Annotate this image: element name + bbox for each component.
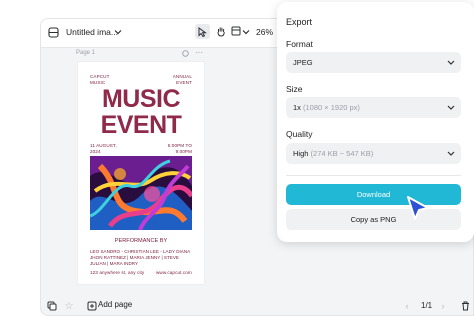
star-icon[interactable]: ☆ bbox=[63, 300, 75, 312]
more-options-icon[interactable]: ⋯ bbox=[194, 48, 204, 57]
export-panel: Export Format JPEG Size 1x (1080 × 1920 … bbox=[277, 2, 474, 242]
poster-website: www.capcut.com bbox=[156, 270, 192, 275]
chevron-down-icon bbox=[447, 97, 455, 126]
poster-date: 11 AUGUST, 2024 bbox=[90, 143, 117, 154]
export-title: Export bbox=[286, 17, 313, 27]
quality-value: High bbox=[293, 149, 309, 158]
format-label: Format bbox=[286, 39, 313, 49]
document-title[interactable]: Untitled ima... bbox=[66, 27, 118, 37]
quality-label: Quality bbox=[286, 129, 313, 139]
bottom-bar: ☆ Add page ‹ 1/1 › bbox=[41, 295, 473, 315]
poster-performance-by: PERFORMANCE BY bbox=[114, 238, 168, 244]
poster-headline-line2: EVENT bbox=[100, 111, 182, 139]
layers-icon[interactable] bbox=[47, 26, 59, 38]
divider bbox=[286, 175, 461, 176]
poster-time: 5:00PM TO 9:00PM bbox=[167, 143, 192, 154]
add-page-icon[interactable] bbox=[86, 300, 97, 311]
page-label: Page 1 bbox=[76, 50, 96, 56]
add-page-button[interactable]: Add page bbox=[98, 300, 132, 309]
delete-icon[interactable] bbox=[459, 300, 471, 312]
size-hint: (1080 × 1920 px) bbox=[303, 103, 360, 112]
copy-page-icon[interactable] bbox=[181, 49, 189, 57]
chevron-down-icon[interactable] bbox=[113, 27, 123, 37]
quality-hint: (274 KB ~ 547 KB) bbox=[310, 149, 374, 158]
page-count: 1/1 bbox=[421, 301, 433, 310]
format-value: JPEG bbox=[293, 58, 313, 67]
poster-address: 123 anywhere st, any city bbox=[90, 270, 145, 275]
zoom-level[interactable]: 26% bbox=[256, 27, 273, 37]
format-select[interactable]: JPEG bbox=[286, 52, 461, 73]
poster-performers: LEO SANDRO - CHRISTIAN LEE - LADY DIANA … bbox=[90, 249, 191, 266]
poster-headline-line1: MUSIC bbox=[101, 85, 181, 113]
poster-artwork-image bbox=[90, 156, 192, 230]
chevron-right-icon[interactable]: › bbox=[438, 301, 448, 311]
poster-page[interactable]: CAPCUT MUSIC ANNUAL EVENT MUSIC EVENT 11… bbox=[78, 62, 204, 284]
download-button[interactable]: Download bbox=[286, 184, 461, 205]
mouse-cursor-icon bbox=[404, 194, 432, 222]
pages-icon[interactable] bbox=[46, 300, 58, 312]
size-value: 1x bbox=[293, 103, 301, 112]
quality-select[interactable]: High (274 KB ~ 547 KB) bbox=[286, 143, 461, 164]
chevron-left-icon[interactable]: ‹ bbox=[402, 301, 412, 311]
hand-icon[interactable] bbox=[213, 24, 228, 39]
size-select[interactable]: 1x (1080 × 1920 px) bbox=[286, 97, 461, 118]
chevron-down-icon bbox=[447, 52, 455, 81]
chevron-down-icon[interactable] bbox=[241, 27, 251, 37]
chevron-down-icon bbox=[447, 143, 455, 172]
size-label: Size bbox=[286, 84, 303, 94]
poster-brand-left: CAPCUT MUSIC bbox=[90, 74, 110, 85]
copy-as-png-button[interactable]: Copy as PNG bbox=[286, 209, 461, 230]
poster-brand-right: ANNUAL EVENT bbox=[172, 74, 192, 85]
pointer-icon[interactable] bbox=[195, 24, 210, 39]
